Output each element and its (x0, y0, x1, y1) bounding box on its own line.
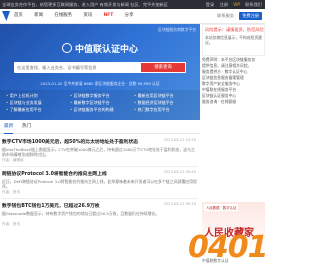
side-ad-top: 人民数据 · 数字认证 (204, 204, 239, 211)
section-link[interactable]: 最新数字区块链平台 (70, 99, 134, 106)
tab-hot[interactable]: 热门 (22, 121, 31, 133)
login-link[interactable]: 登录 (206, 2, 214, 7)
register-button[interactable]: 免费注册 (239, 12, 262, 20)
risk-notice: 风险提示：谨慎投资，防范风险 本站仅做信息展示，不构成投资建议。 (202, 24, 265, 56)
top-bar: 全球业务合作平台，给您更多互联网服务，进入用户 有效开发与新闻 社区、完平外加新… (0, 0, 265, 9)
hero-title-text: 中值联认证中心 (74, 45, 138, 55)
section-link[interactable]: 区块链数字服务平台 (70, 92, 134, 99)
nav-item-nft[interactable]: NFT (104, 13, 114, 18)
divider (2, 198, 198, 199)
section-link[interactable]: 最新应用区块链平台 (134, 92, 198, 99)
article-meta: 作者：编辑部 (2, 158, 24, 162)
section-column: 最新应用区块链平台 数据经济区块链平台 热门数字应用平台 (134, 92, 198, 113)
sidebar-links: 免费声明：本平台区块链服务仅 提供信息，请注意相关风险。 服务提供方 · 数字认… (202, 57, 263, 105)
vip-link[interactable]: VIP (233, 2, 240, 7)
section-column: 区块链数字服务平台 最新数字区块链平台 区块链服务平台的构建 (70, 92, 134, 113)
section-link[interactable]: 区块链与业务发展 (6, 99, 70, 106)
nav-item-info[interactable]: 资讯 (83, 13, 92, 18)
divider (2, 166, 198, 167)
nav-item-home[interactable]: 首页 (14, 13, 23, 18)
search-input[interactable] (17, 63, 147, 72)
main-nav: 首页 新闻 在线服务 资讯 NFT 分享 联系服务 免费注册 (0, 9, 265, 24)
nav-right: 联系服务 免费注册 (217, 12, 262, 20)
article-time: 2023-06-12 09:10 (163, 202, 196, 206)
shield-icon (61, 43, 72, 53)
section-link[interactable]: 区块链服务平台的构建 (70, 106, 134, 113)
contact-service-link[interactable]: 联系服务 (217, 13, 234, 18)
article-desc: 据IntoTheBlock链上数据显示，CTV在突破1000美元之后，持有超过1… (2, 147, 195, 157)
section-column: 用户上位机计划 区块链与业务发展 了解最新应用平台 (6, 92, 70, 113)
tab-latest[interactable]: 最新 (4, 121, 14, 134)
sidebar-link[interactable]: 服务咨询 · 在线客服 (202, 99, 263, 105)
top-bar-links: 登录 注册 VIP 联系我们 (202, 0, 262, 9)
hero-title: 中值联认证中心 (0, 42, 200, 55)
article-meta: 作者：资讯 (2, 222, 20, 226)
section-link[interactable]: 数据经济区块链平台 (134, 99, 198, 106)
article-desc: 据Glassnode数据显示，持有数字资产钱包的地址已超过26.9万枚，且数量仍… (2, 211, 160, 216)
search-button[interactable]: 搜索查询 (141, 63, 185, 72)
top-bar-text: 全球业务合作平台，给您更多互联网服务，进入用户 有效开发与新闻 社区、完平外加新… (2, 2, 168, 7)
article-item[interactable]: 跨链协议Protocol 3.0将智能合约推向主网上线 近日，DeFi跨链协议P… (2, 170, 198, 195)
article-meta: 作者：资讯 (2, 190, 20, 194)
article-time: 2023-06-12 10:20 (163, 138, 196, 142)
section-link[interactable]: 热门数字应用平台 (134, 106, 198, 113)
logo-icon[interactable] (2, 11, 10, 21)
section-link[interactable]: 用户上位机计划 (6, 92, 70, 99)
nav-items: 首页 新闻 在线服务 资讯 NFT 分享 (14, 9, 143, 23)
risk-notice-title: 风险提示：谨慎投资，防范风险 (205, 27, 264, 32)
article-item[interactable]: 数字CTV市场1000美元后，超50%的比太坊地址处于盈利状态 据IntoThe… (2, 138, 198, 163)
risk-notice-body: 本站仅做信息展示，不构成投资建议。 (205, 35, 262, 45)
nav-item-services[interactable]: 在线服务 (54, 13, 72, 18)
search-bar: 搜索查询 (14, 62, 186, 73)
register-link[interactable]: 注册 (220, 2, 228, 7)
hero-stats: 2023-01-20 至今共收录 8680 家区块链服务企业 · 总数 99,9… (40, 81, 160, 86)
nav-item-news[interactable]: 新闻 (34, 13, 43, 18)
hero-sections: 用户上位机计划 区块链与业务发展 了解最新应用平台 区块链数字服务平台 最新数字… (0, 90, 200, 120)
hero-banner: 区块链服务商数字平台 中值联认证中心 搜索查询 2023-01-20 至今共收录… (0, 24, 200, 120)
article-item[interactable]: 数字钱包BTC钱包1万美元，已超过26.9万枚 据Glassnode数据显示，持… (2, 202, 198, 227)
section-link[interactable]: 了解最新应用平台 (6, 106, 70, 113)
nav-item-share[interactable]: 分享 (125, 13, 134, 18)
hero-badge: 区块链服务商数字平台 (158, 27, 196, 32)
contact-link[interactable]: 联系我们 (245, 2, 262, 7)
article-tabs: 最新 热门 (0, 121, 200, 134)
watermark-logo: 0401 (188, 230, 268, 265)
article-time: 2023-06-12 09:45 (163, 170, 196, 174)
article-desc: 近日，DeFi跨链协议Protocol 3.0将智能合约推向主网上线，此举意味着… (2, 179, 197, 189)
